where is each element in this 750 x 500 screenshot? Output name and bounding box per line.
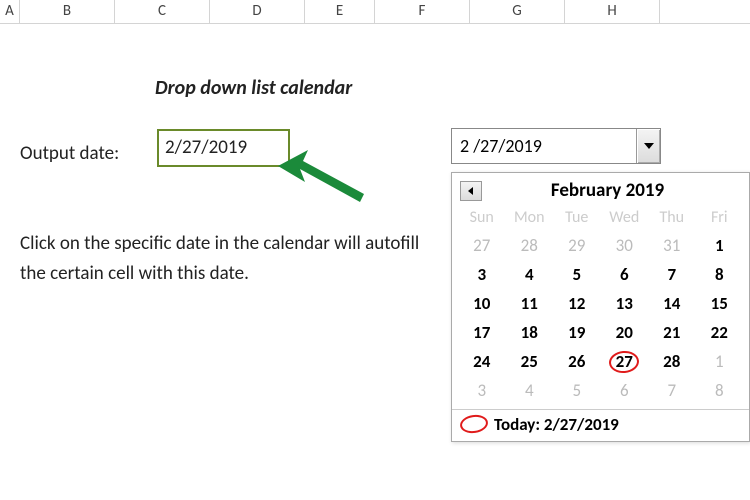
calendar-dow: Thu <box>648 206 696 231</box>
calendar-dow: Mon <box>506 206 554 231</box>
calendar-today-label: Today: 2/27/2019 <box>494 414 619 435</box>
calendar-day[interactable]: 17 <box>458 318 506 347</box>
calendar-day[interactable]: 5 <box>553 260 601 289</box>
column-headers: A B C D E F G H <box>0 0 750 24</box>
calendar-day[interactable]: 20 <box>601 318 649 347</box>
calendar-day[interactable]: 29 <box>553 231 601 260</box>
calendar-day[interactable]: 3 <box>458 260 506 289</box>
output-date-label: Output date: <box>20 142 119 165</box>
date-dropdown[interactable]: 2 /27/2019 <box>451 128 661 164</box>
calendar-day[interactable]: 25 <box>506 347 554 376</box>
calendar-popup: February 2019 SunMonTueWedThuFri27282930… <box>451 172 750 442</box>
calendar-dow: Sun <box>458 206 506 231</box>
calendar-day[interactable]: 5 <box>553 376 601 405</box>
calendar-day[interactable]: 19 <box>553 318 601 347</box>
output-date-cell[interactable]: 2/27/2019 <box>157 129 290 167</box>
calendar-title: February 2019 <box>482 179 741 202</box>
calendar-day[interactable]: 6 <box>601 260 649 289</box>
calendar-day[interactable]: 31 <box>648 231 696 260</box>
chevron-down-icon <box>644 143 654 149</box>
calendar-day[interactable]: 27 <box>458 231 506 260</box>
calendar-day[interactable]: 28 <box>506 231 554 260</box>
calendar-day[interactable]: 28 <box>648 347 696 376</box>
col-header-A[interactable]: A <box>0 0 20 23</box>
calendar-day[interactable]: 11 <box>506 289 554 318</box>
calendar-prev-button[interactable] <box>460 181 482 201</box>
calendar-dow: Wed <box>601 206 649 231</box>
calendar-day[interactable]: 1 <box>696 347 744 376</box>
calendar-day[interactable]: 27 <box>601 347 649 376</box>
calendar-day[interactable]: 4 <box>506 260 554 289</box>
calendar-dow: Tue <box>553 206 601 231</box>
calendar-day[interactable]: 22 <box>696 318 744 347</box>
calendar-day[interactable]: 13 <box>601 289 649 318</box>
chevron-left-icon <box>467 187 475 195</box>
col-header-H[interactable]: H <box>565 0 660 23</box>
instructions-text: Click on the specific date in the calend… <box>20 229 440 289</box>
calendar-day[interactable]: 15 <box>696 289 744 318</box>
col-header-E[interactable]: E <box>305 0 375 23</box>
selected-day-ring-icon <box>608 349 640 374</box>
calendar-day[interactable]: 10 <box>458 289 506 318</box>
calendar-day[interactable]: 1 <box>696 231 744 260</box>
calendar-day[interactable]: 18 <box>506 318 554 347</box>
col-header-F[interactable]: F <box>375 0 470 23</box>
calendar-day[interactable]: 21 <box>648 318 696 347</box>
col-header-G[interactable]: G <box>470 0 565 23</box>
calendar-day[interactable]: 12 <box>553 289 601 318</box>
calendar-today-row[interactable]: Today: 2/27/2019 <box>452 409 749 441</box>
calendar-day[interactable]: 4 <box>506 376 554 405</box>
today-marker-icon <box>460 415 490 435</box>
calendar-day[interactable]: 7 <box>648 260 696 289</box>
calendar-day[interactable]: 8 <box>696 260 744 289</box>
page-title: Drop down list calendar <box>155 76 352 100</box>
col-header-D[interactable]: D <box>210 0 305 23</box>
calendar-day[interactable]: 24 <box>458 347 506 376</box>
arrow-annotation <box>278 144 368 214</box>
col-header-C[interactable]: C <box>115 0 210 23</box>
calendar-day[interactable]: 3 <box>458 376 506 405</box>
calendar-day[interactable]: 7 <box>648 376 696 405</box>
dropdown-toggle-button[interactable] <box>636 129 660 163</box>
calendar-day[interactable]: 8 <box>696 376 744 405</box>
calendar-grid: SunMonTueWedThuFri2728293031134567810111… <box>452 206 749 409</box>
calendar-day[interactable]: 30 <box>601 231 649 260</box>
col-header-B[interactable]: B <box>20 0 115 23</box>
calendar-day[interactable]: 6 <box>601 376 649 405</box>
calendar-day[interactable]: 14 <box>648 289 696 318</box>
date-dropdown-value: 2 /27/2019 <box>452 135 636 157</box>
calendar-dow: Fri <box>696 206 744 231</box>
calendar-day[interactable]: 26 <box>553 347 601 376</box>
